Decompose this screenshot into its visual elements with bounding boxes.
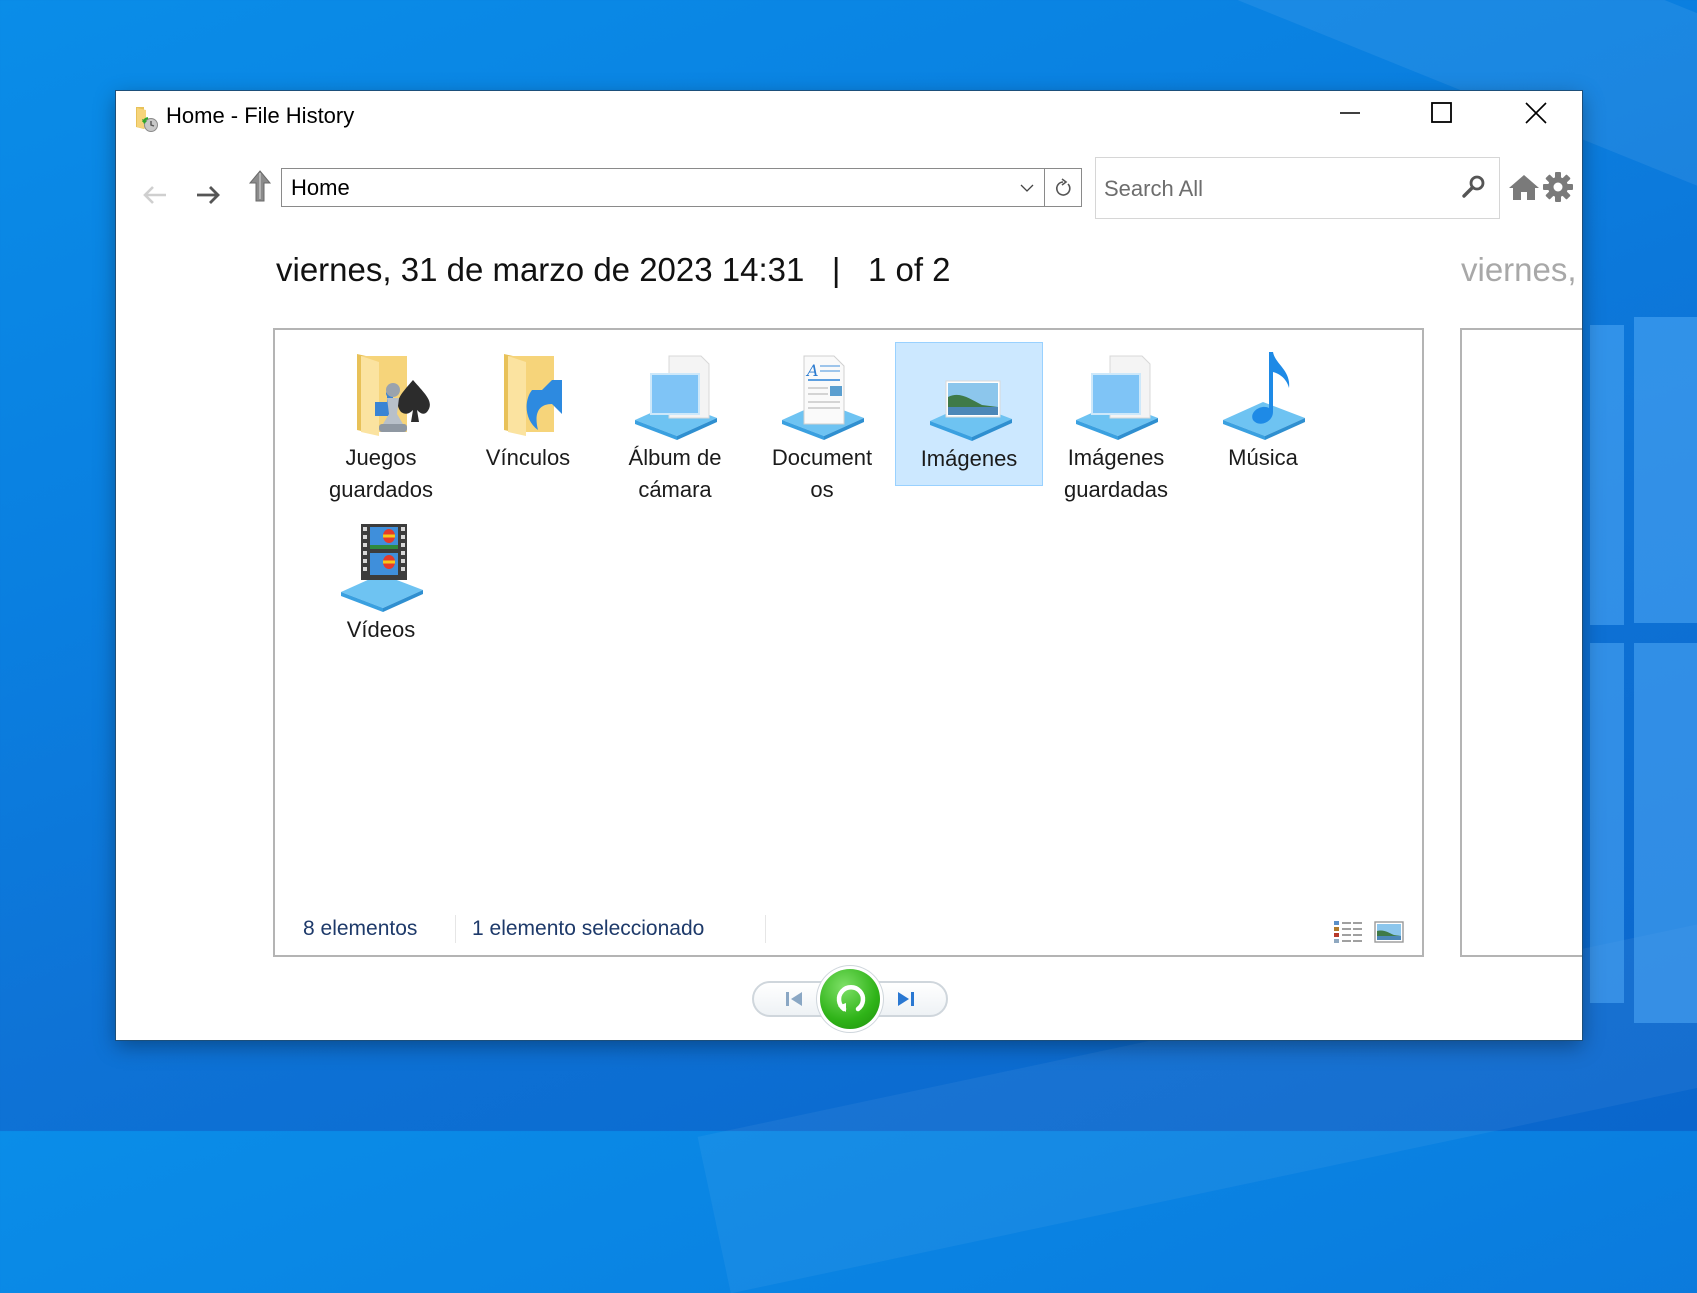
gear-icon (1543, 172, 1573, 202)
skip-next-icon (898, 992, 914, 1006)
backup-date-heading: viernes, 31 de marzo de 2023 14:31 | 1 o… (276, 251, 951, 289)
arrow-left-icon (143, 186, 166, 204)
videos-library-icon (331, 522, 431, 612)
item-label: Imágenes (1067, 445, 1165, 470)
library-item-imagenes-guardadas[interactable]: Imágenes guardadas (1042, 342, 1190, 502)
library-item-juegos-guardados[interactable]: Juegos guardados (307, 342, 455, 502)
file-history-window: Home - File History Home Search All vier… (116, 91, 1582, 1040)
item-label: cámara (638, 477, 712, 502)
search-input[interactable] (1102, 172, 1446, 206)
chevron-down-icon (1020, 184, 1034, 192)
links-folder-icon (478, 350, 578, 440)
address-dropdown-button[interactable] (1016, 177, 1038, 199)
file-history-app-icon (134, 105, 160, 132)
item-label: Vídeos (346, 617, 416, 642)
library-item-videos[interactable]: Vídeos (307, 514, 455, 658)
search-box[interactable] (1095, 157, 1500, 219)
arrow-right-icon (197, 186, 220, 204)
library-item-album-de-camara[interactable]: Álbum de cámara (601, 342, 749, 502)
camera-roll-library-icon (625, 350, 725, 440)
large-icons-view-button[interactable] (1373, 919, 1405, 945)
address-bar[interactable]: Home (281, 168, 1045, 207)
close-button[interactable] (1490, 91, 1582, 135)
status-divider (765, 915, 766, 943)
next-backup-date-preview[interactable]: viernes, (1461, 251, 1577, 289)
saved-pictures-library-icon (1066, 350, 1166, 440)
address-value: Home (291, 175, 350, 200)
window-title: Home - File History (166, 103, 355, 128)
item-label: Document (771, 445, 873, 470)
item-count: 8 elementos (303, 917, 418, 940)
page-indicator: 1 of 2 (867, 251, 951, 288)
search-icon (1462, 175, 1485, 198)
close-icon (1525, 102, 1547, 124)
selection-count: 1 elemento seleccionado (472, 917, 705, 940)
library-item-imagenes[interactable]: Imágenes (895, 342, 1043, 486)
playback-controls (752, 969, 948, 1031)
skip-previous-icon (786, 992, 802, 1006)
large-icons-view-icon (1374, 921, 1404, 943)
library-item-musica[interactable]: Música (1189, 342, 1337, 486)
arrow-up-icon (248, 170, 272, 202)
item-label: Música (1228, 445, 1298, 470)
refresh-icon (1056, 177, 1071, 196)
minimize-icon (1340, 112, 1360, 114)
minimize-button[interactable] (1304, 91, 1396, 135)
settings-button[interactable] (1542, 171, 1574, 203)
home-button[interactable] (1508, 171, 1540, 203)
backup-date: viernes, 31 de marzo de 2023 14:31 (276, 251, 805, 288)
maximize-button[interactable] (1396, 91, 1488, 135)
back-button[interactable] (138, 178, 172, 212)
item-label: guardados (329, 477, 433, 502)
maximize-icon (1431, 102, 1452, 123)
search-button[interactable] (1461, 174, 1487, 204)
item-label: Imágenes (920, 446, 1018, 471)
music-library-icon (1213, 350, 1313, 440)
backup-contents-panel: Juegos guardados Vínculos Álbum de cámar… (273, 328, 1424, 957)
details-view-icon (1334, 921, 1362, 943)
refresh-button[interactable] (1044, 168, 1082, 207)
item-label: Vínculos (485, 445, 571, 470)
restore-icon (836, 985, 866, 1012)
library-item-documentos[interactable]: A Document os (748, 342, 896, 502)
status-divider (455, 915, 456, 943)
desktop-windows-logo (1590, 317, 1697, 1025)
heading-separator: | (831, 251, 841, 288)
library-item-vinculos[interactable]: Vínculos (454, 342, 602, 486)
up-button[interactable] (243, 169, 277, 203)
item-label: os (810, 477, 834, 502)
pictures-library-icon (920, 351, 1020, 441)
item-label: Juegos (345, 445, 417, 470)
home-icon (1509, 175, 1539, 200)
svg-text:A: A (805, 361, 819, 380)
details-view-button[interactable] (1332, 919, 1364, 945)
next-backup-panel-preview[interactable] (1460, 328, 1582, 957)
documents-library-icon: A (772, 350, 872, 440)
restore-button[interactable] (820, 969, 880, 1029)
item-label: guardadas (1064, 477, 1168, 502)
forward-button[interactable] (191, 178, 225, 212)
title-bar: Home - File History (116, 91, 1582, 135)
saved-games-folder-icon (331, 350, 431, 440)
status-bar: 8 elementos 1 elemento seleccionado (275, 905, 1422, 955)
item-label: Álbum de (628, 445, 722, 470)
